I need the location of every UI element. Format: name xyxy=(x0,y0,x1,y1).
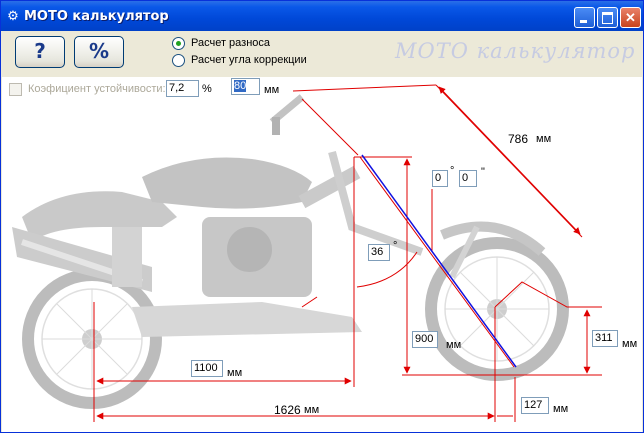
close-button[interactable]: ✕ xyxy=(620,7,641,28)
rear-distance-input[interactable]: 1100 xyxy=(191,360,223,377)
height-input[interactable]: 900 xyxy=(412,331,438,348)
gear-icon: ⚙ xyxy=(7,8,19,23)
stability-unit: % xyxy=(202,83,212,95)
rake-angle-input[interactable]: 36 xyxy=(368,244,390,261)
stability-checkbox[interactable] xyxy=(9,82,22,96)
radio-spread-calc[interactable]: Расчет разноса xyxy=(172,35,270,51)
title-bar[interactable]: ⚙ МОТО калькулятор ✕ xyxy=(1,1,643,31)
radio-correction-indicator[interactable] xyxy=(172,53,185,67)
correction-deg-unit: ° xyxy=(450,165,455,177)
diagram-canvas: Коэфициент устойчивости: 7,2 % 80 мм 786… xyxy=(2,77,642,432)
maximize-icon xyxy=(598,8,617,27)
height-unit: мм xyxy=(446,339,462,351)
fork-length-unit: мм xyxy=(536,133,552,145)
stability-label: Коэфициент устойчивости: xyxy=(28,83,166,95)
maximize-button[interactable] xyxy=(597,7,618,28)
top-offset-input[interactable]: 80 xyxy=(231,78,260,95)
wheelbase-unit: мм xyxy=(304,404,320,416)
radio-spread-label: Расчет разноса xyxy=(191,37,271,49)
percent-button[interactable]: % xyxy=(74,36,124,68)
stability-row: Коэфициент устойчивости: xyxy=(9,80,166,98)
correction-min-input[interactable]: 0 xyxy=(459,170,477,187)
motorcycle-diagram xyxy=(12,84,602,422)
rake-angle-unit: ° xyxy=(393,240,398,252)
correction-min-unit: " xyxy=(481,166,485,178)
minimize-button[interactable] xyxy=(574,7,595,28)
wheelbase-value: 1626 xyxy=(274,403,301,417)
rear-distance-unit: мм xyxy=(227,367,243,379)
toolbar: ? % Расчет разноса Расчет угла коррекции… xyxy=(2,31,642,77)
wheel-radius-unit: мм xyxy=(622,338,638,350)
stability-input[interactable]: 7,2 xyxy=(166,80,199,97)
top-offset-unit: мм xyxy=(264,84,280,96)
minimize-icon xyxy=(575,8,594,27)
correction-deg-input[interactable]: 0 xyxy=(432,170,448,187)
radio-spread-indicator[interactable] xyxy=(172,36,185,50)
trail-input[interactable]: 127 xyxy=(521,397,549,414)
trail-unit: мм xyxy=(553,403,569,415)
app-window: ⚙ МОТО калькулятор ✕ ? % Расчет разноса … xyxy=(0,0,644,433)
motorcycle-illustration xyxy=(12,94,569,409)
close-icon: ✕ xyxy=(625,10,636,25)
radio-correction-label: Расчет угла коррекции xyxy=(191,54,307,66)
watermark: МОТО калькулятор xyxy=(395,39,636,63)
radio-correction-calc[interactable]: Расчет угла коррекции xyxy=(172,52,307,68)
wheel-radius-input[interactable]: 311 xyxy=(592,330,618,347)
top-offset-value: 80 xyxy=(234,80,247,92)
fork-length-value: 786 xyxy=(508,132,529,146)
help-button[interactable]: ? xyxy=(15,36,65,68)
window-title: МОТО калькулятор xyxy=(24,9,169,24)
